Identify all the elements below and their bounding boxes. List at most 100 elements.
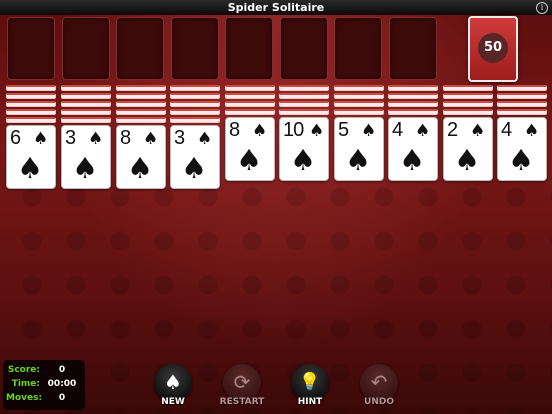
tableau-column[interactable]: 2 ♠ ♠ bbox=[443, 85, 493, 181]
tableau-column[interactable]: 4 ♠ ♠ bbox=[497, 85, 547, 181]
spade-icon: ♠ bbox=[181, 151, 207, 185]
face-down-card bbox=[497, 85, 547, 91]
face-down-card bbox=[6, 93, 56, 99]
moves-label: Moves: bbox=[6, 393, 43, 403]
face-down-card bbox=[388, 85, 438, 91]
playing-card[interactable]: 3 ♠ ♠ bbox=[61, 125, 111, 189]
spade-icon: ♠ bbox=[33, 129, 49, 149]
face-down-card bbox=[61, 101, 111, 107]
playing-card[interactable]: 8 ♠ ♠ bbox=[116, 125, 166, 189]
foundation-slot bbox=[225, 17, 273, 80]
spade-icon: ♠ bbox=[470, 121, 486, 141]
playing-card[interactable]: 4 ♠ ♠ bbox=[497, 117, 547, 181]
face-down-card bbox=[61, 93, 111, 99]
face-down-card bbox=[279, 93, 329, 99]
face-down-card bbox=[497, 101, 547, 107]
face-down-card bbox=[443, 93, 493, 99]
score-label: Score: bbox=[7, 365, 40, 375]
playing-card[interactable]: 4 ♠ ♠ bbox=[388, 117, 438, 181]
moves-row: Moves: 0 bbox=[6, 393, 82, 407]
score-value: 0 bbox=[58, 365, 66, 375]
card-rank: 10 bbox=[283, 119, 304, 141]
spade-icon: ♠ bbox=[88, 129, 104, 149]
foundation-slot bbox=[280, 17, 328, 80]
restart-label: RESTART bbox=[219, 397, 265, 407]
face-down-card bbox=[61, 85, 111, 91]
foundation-slot bbox=[334, 17, 382, 80]
face-down-card bbox=[170, 117, 220, 123]
tableau-column[interactable]: 6 ♠ ♠ bbox=[6, 85, 56, 189]
playing-card[interactable]: 2 ♠ ♠ bbox=[443, 117, 493, 181]
new-game-button[interactable]: ♠ NEW bbox=[143, 364, 203, 412]
spade-icon: ♠ bbox=[143, 129, 159, 149]
hint-button[interactable]: 💡 HINT bbox=[280, 364, 340, 412]
foundation-slot bbox=[62, 17, 110, 80]
info-icon[interactable]: i bbox=[536, 2, 548, 14]
playing-card[interactable]: 6 ♠ ♠ bbox=[6, 125, 56, 189]
face-down-card bbox=[443, 85, 493, 91]
face-down-card bbox=[279, 101, 329, 107]
face-down-card bbox=[61, 109, 111, 115]
tableau-column[interactable]: 3 ♠ ♠ bbox=[61, 85, 111, 189]
face-down-card bbox=[388, 101, 438, 107]
spade-icon: ♠ bbox=[72, 151, 98, 185]
spade-icon: ♠ bbox=[127, 151, 153, 185]
face-down-card bbox=[443, 109, 493, 115]
stock-pile[interactable]: 50 bbox=[468, 16, 518, 82]
tableau-column[interactable]: 8 ♠ ♠ bbox=[116, 85, 166, 189]
spade-icon: ♠ bbox=[415, 121, 431, 141]
tableau-column[interactable]: 4 ♠ ♠ bbox=[388, 85, 438, 181]
tableau-column[interactable]: 8 ♠ ♠ bbox=[225, 85, 275, 181]
face-down-card bbox=[497, 109, 547, 115]
time-value: 00:00 bbox=[47, 379, 77, 389]
face-down-card bbox=[334, 109, 384, 115]
spade-icon: ♠ bbox=[290, 143, 316, 177]
playing-card[interactable]: 8 ♠ ♠ bbox=[225, 117, 275, 181]
title-bar: Spider Solitaire i bbox=[0, 0, 552, 15]
game-title: Spider Solitaire bbox=[227, 1, 325, 14]
playing-card[interactable]: 10 ♠ ♠ bbox=[279, 117, 329, 181]
playing-card[interactable]: 5 ♠ ♠ bbox=[334, 117, 384, 181]
playing-card[interactable]: 3 ♠ ♠ bbox=[170, 125, 220, 189]
foundation-slot bbox=[116, 17, 164, 80]
spade-icon: ♠ bbox=[309, 121, 325, 141]
card-rank: 8 bbox=[229, 119, 240, 141]
face-down-card bbox=[279, 85, 329, 91]
card-rank: 6 bbox=[10, 127, 21, 149]
tableau-column[interactable]: 5 ♠ ♠ bbox=[334, 85, 384, 181]
score-row: Score: 0 bbox=[6, 365, 82, 379]
tableau-column[interactable]: 10 ♠ ♠ bbox=[279, 85, 329, 181]
card-rank: 4 bbox=[392, 119, 403, 141]
face-down-card bbox=[334, 93, 384, 99]
spade-icon: ♠ bbox=[454, 143, 480, 177]
tableau-column[interactable]: 3 ♠ ♠ bbox=[170, 85, 220, 189]
face-down-card bbox=[334, 85, 384, 91]
face-down-card bbox=[116, 93, 166, 99]
spade-icon: ♠ bbox=[345, 143, 371, 177]
hint-label: HINT bbox=[297, 397, 323, 407]
spade-icon: ♠ bbox=[197, 129, 213, 149]
face-down-card bbox=[6, 109, 56, 115]
face-down-card bbox=[170, 93, 220, 99]
face-down-card bbox=[497, 93, 547, 99]
spade-icon: ♠ bbox=[508, 143, 534, 177]
spade-icon: ♠ bbox=[236, 143, 262, 177]
spade-icon: ♠ bbox=[399, 143, 425, 177]
face-down-card bbox=[388, 109, 438, 115]
face-down-card bbox=[116, 85, 166, 91]
face-down-card bbox=[61, 117, 111, 123]
face-down-card bbox=[170, 101, 220, 107]
time-row: Time: 00:00 bbox=[6, 379, 82, 393]
time-label: Time: bbox=[11, 379, 40, 389]
face-down-card bbox=[170, 109, 220, 115]
face-down-card bbox=[6, 117, 56, 123]
spade-icon: ♠ bbox=[524, 121, 540, 141]
new-label: NEW bbox=[161, 397, 185, 407]
face-down-card bbox=[388, 93, 438, 99]
restart-button[interactable]: ⟳ RESTART bbox=[212, 364, 272, 412]
undo-button[interactable]: ↶ UNDO bbox=[349, 364, 409, 412]
face-down-card bbox=[443, 101, 493, 107]
face-down-card bbox=[170, 85, 220, 91]
stats-panel: Score: 0 Time: 00:00 Moves: 0 bbox=[3, 360, 85, 410]
foundation-slot bbox=[389, 17, 437, 80]
